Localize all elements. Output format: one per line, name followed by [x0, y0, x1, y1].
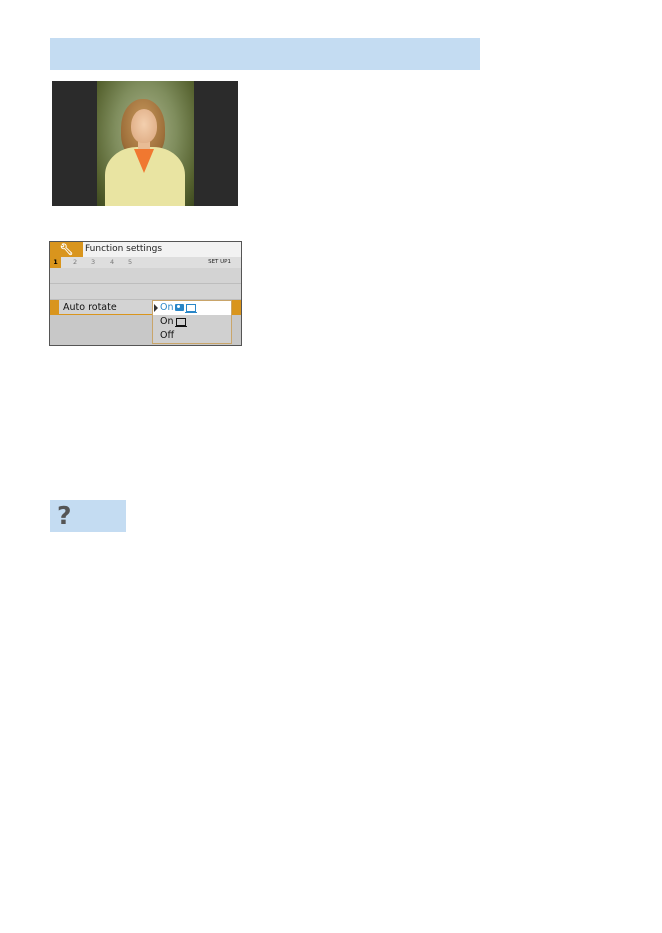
option-on-camera-computer[interactable]: On: [153, 301, 231, 315]
camera-menu-screen: 🔧︎ Function settings 1 2 3 4 5 SET UP1 A…: [49, 241, 242, 346]
option-off[interactable]: Off: [153, 329, 231, 343]
menu-item-underline: [59, 314, 153, 315]
option-label: Off: [160, 330, 175, 341]
auto-rotate-options: On On Off: [152, 300, 232, 344]
selection-marker-right: [232, 300, 241, 315]
menu-title: Function settings: [85, 244, 163, 254]
help-badge: ?: [50, 500, 126, 532]
wrench-icon[interactable]: 🔧︎: [50, 242, 83, 257]
question-icon: ?: [57, 501, 72, 530]
menu-title-row: 🔧︎ Function settings: [50, 242, 241, 257]
option-on-computer[interactable]: On: [153, 315, 231, 329]
computer-icon: [174, 317, 187, 327]
menu-blank-row: [50, 268, 241, 283]
option-label: On: [160, 302, 174, 313]
selection-marker-left: [50, 300, 59, 315]
section-header-bar: [50, 38, 480, 70]
portrait-photo: [52, 81, 238, 206]
option-label: On: [160, 316, 174, 327]
tab-1[interactable]: 1: [50, 257, 61, 268]
camera-icon: [174, 304, 184, 311]
tab-4[interactable]: 4: [110, 257, 114, 268]
computer-icon: [184, 303, 197, 313]
menu-tabs: 1 2 3 4 5 SET UP1: [50, 257, 241, 268]
photo-subject-area: [97, 81, 194, 206]
setup-tab-label: SET UP1: [208, 259, 231, 265]
selection-caret-icon: [154, 304, 158, 312]
tab-3[interactable]: 3: [91, 257, 95, 268]
menu-blank-row: [50, 284, 241, 299]
menu-item-label: Auto rotate: [63, 302, 117, 313]
tab-5[interactable]: 5: [128, 257, 132, 268]
tab-2[interactable]: 2: [73, 257, 77, 268]
photo-face: [131, 109, 157, 143]
